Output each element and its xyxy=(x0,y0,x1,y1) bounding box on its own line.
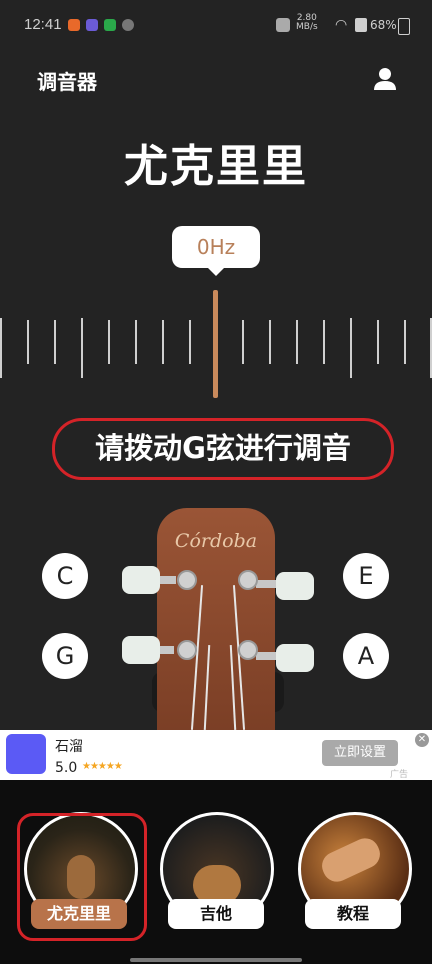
ad-label: 广告 xyxy=(390,770,409,780)
tuner-post xyxy=(238,570,258,590)
sync-icon xyxy=(122,19,134,31)
scale-tick xyxy=(269,320,271,364)
instrument-title: 尤克里里 xyxy=(124,141,308,192)
net-speed-unit: MB/s xyxy=(296,22,318,32)
ad-app-icon[interactable] xyxy=(6,734,46,774)
net-speed: 2.80 MB/s xyxy=(296,14,318,32)
tab-guitar[interactable]: 吉他 xyxy=(168,899,264,929)
scale-tick xyxy=(377,320,379,364)
frequency-readout: 0Hz xyxy=(172,226,260,276)
scale-tick xyxy=(108,320,110,364)
note-button-a[interactable]: A xyxy=(343,633,389,679)
scale-tick xyxy=(350,318,352,378)
scale-tick xyxy=(296,320,298,364)
selected-tab-highlight xyxy=(17,813,147,941)
sim-icon xyxy=(355,18,367,32)
notification-icon xyxy=(68,19,80,31)
brand-logo: Córdoba xyxy=(174,530,258,552)
tuning-peg-c[interactable] xyxy=(122,566,160,594)
status-bar: 12:41 2.80 MB/s ◠ 68% xyxy=(0,0,432,50)
tab-tutorial[interactable]: 教程 xyxy=(305,899,401,929)
tuning-instruction: 请拨动G弦进行调音 xyxy=(95,431,351,465)
scale-tick xyxy=(404,320,406,364)
scale-tick xyxy=(135,320,137,364)
scale-tick xyxy=(162,320,164,364)
tuning-peg-g[interactable] xyxy=(122,636,160,664)
scale-tick xyxy=(242,320,244,364)
tuning-peg-e[interactable] xyxy=(276,572,314,600)
ad-stars: ★★★★★ xyxy=(82,761,123,772)
video-app-icon xyxy=(86,19,98,31)
android-icon xyxy=(276,18,290,32)
tuning-peg-a[interactable] xyxy=(276,644,314,672)
tuner-post xyxy=(238,640,258,660)
tuner-post xyxy=(177,570,197,590)
note-button-g[interactable]: G xyxy=(42,633,88,679)
ad-install-button[interactable]: 立即设置 xyxy=(322,740,398,766)
news-app-icon xyxy=(104,19,116,31)
tuner-post xyxy=(177,640,197,660)
tuning-needle xyxy=(213,290,218,398)
home-indicator[interactable] xyxy=(130,958,302,962)
status-time: 12:41 xyxy=(24,16,62,33)
scale-tick xyxy=(189,320,191,364)
ad-app-name: 石溜 xyxy=(55,739,83,755)
scale-tick xyxy=(27,320,29,364)
scale-tick xyxy=(0,318,2,378)
scale-tick xyxy=(81,318,83,378)
scale-tick xyxy=(54,320,56,364)
ad-rating: 5.0 xyxy=(55,760,78,776)
note-button-c[interactable]: C xyxy=(42,553,88,599)
battery-level: 68% xyxy=(370,18,397,32)
hand-image xyxy=(317,833,385,887)
wifi-icon: ◠ xyxy=(335,17,348,33)
ad-close-icon[interactable]: ✕ xyxy=(415,733,429,747)
battery-icon xyxy=(398,18,410,35)
profile-icon[interactable] xyxy=(370,64,400,94)
app-title: 调音器 xyxy=(37,70,97,94)
scale-tick xyxy=(323,320,325,364)
note-button-e[interactable]: E xyxy=(343,553,389,599)
